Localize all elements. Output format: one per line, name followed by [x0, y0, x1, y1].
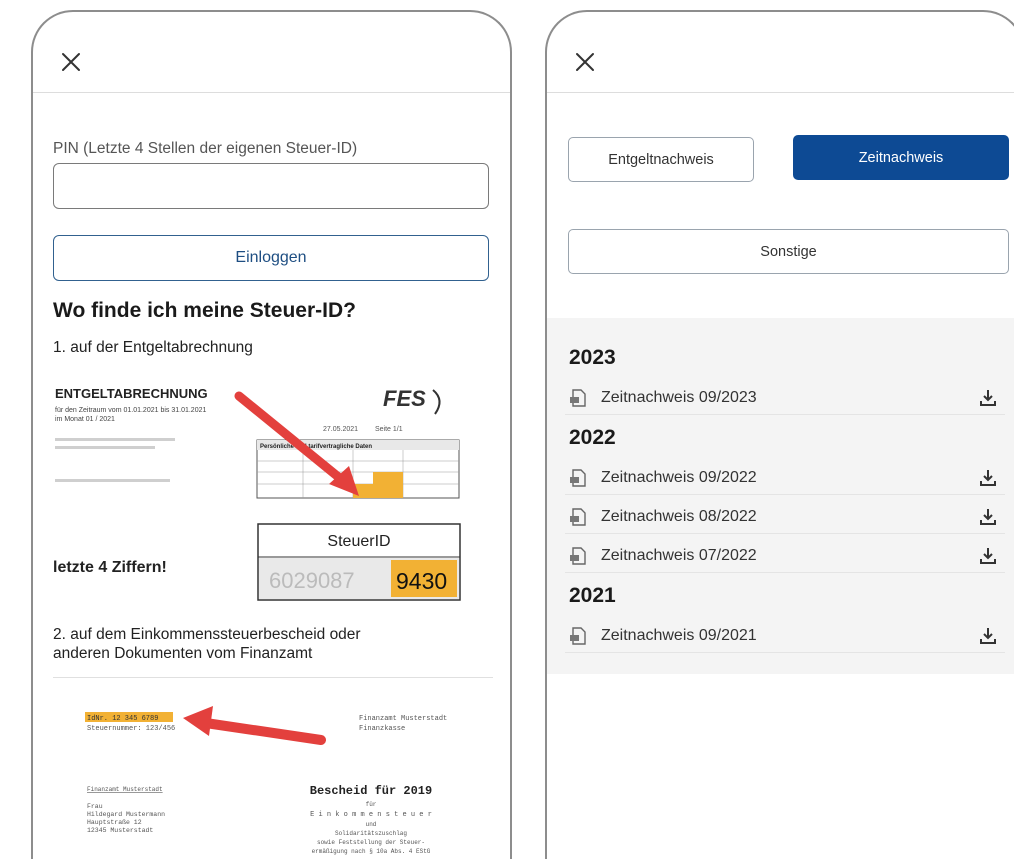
notice-line-4: Solidaritätszuschlag: [335, 830, 407, 837]
notice-line-5: sowie Feststellung der Steuer-: [317, 839, 425, 846]
pin-input[interactable]: [53, 163, 489, 209]
last-four-hint: letzte 4 Ziffern!: [53, 559, 167, 576]
payslip-page: Seite 1/1: [375, 426, 403, 433]
step-2-text: 2. auf dem Einkommenssteuerbescheid oder: [53, 626, 361, 643]
download-icon[interactable]: [977, 387, 999, 409]
year-heading-2022: 2022: [569, 426, 616, 449]
tab-entgeltnachweis[interactable]: Entgeltnachweis: [568, 137, 754, 182]
header-divider: [547, 92, 1014, 93]
steuerid-label: SteuerID: [327, 533, 390, 550]
payslip-period: für den Zeitraum vom 01.01.2021 bis 31.0…: [55, 407, 206, 414]
notice-line-6: ermäßigung nach § 10a Abs. 4 EStG: [312, 848, 431, 855]
pdf-document-icon: [570, 389, 586, 407]
download-icon[interactable]: [977, 545, 999, 567]
list-item[interactable]: Zeitnachweis 07/2022: [565, 540, 1005, 573]
year-heading-2021: 2021: [569, 584, 616, 607]
fes-logo: FES: [383, 386, 426, 411]
finanzkasse-text: Finanzkasse: [359, 725, 405, 733]
documents-screen: Entgeltnachweis Zeitnachweis Sonstige 20…: [545, 10, 1014, 859]
steuernummer-text: Steuernummer: 123/456: [87, 725, 175, 733]
payslip-box-header: Persönliche und tarifvertragliche Daten: [260, 444, 372, 450]
pdf-document-icon: [570, 547, 586, 565]
steuerid-blurred: 6029087: [269, 568, 355, 593]
list-item[interactable]: Zeitnachweis 08/2022: [565, 501, 1005, 534]
list-item[interactable]: Zeitnachweis 09/2021: [565, 620, 1005, 653]
faq-title: Wo finde ich meine Steuer-ID?: [53, 299, 356, 322]
steuerid-digits: 9430: [396, 568, 447, 594]
close-icon[interactable]: [59, 50, 83, 74]
notice-line-2: E i n k o m m e n s t e u e r: [310, 811, 432, 819]
login-button[interactable]: Einloggen: [53, 235, 489, 281]
idnr-text: IdNr. 12 345 6789: [87, 715, 158, 723]
notice-line-1: für: [366, 801, 377, 808]
sender-text: Finanzamt Musterstadt: [87, 786, 163, 793]
list-item[interactable]: Zeitnachweis 09/2022: [565, 462, 1005, 495]
document-label: Zeitnachweis 09/2022: [601, 469, 757, 486]
addressee-line-1: Frau: [87, 803, 103, 810]
tax-notice-example-image: IdNr. 12 345 6789 Steuernummer: 123/456 …: [53, 677, 493, 855]
addressee-line-2: Hildegard Mustermann: [87, 811, 165, 818]
document-label: Zeitnachweis 08/2022: [601, 508, 757, 525]
year-heading-2023: 2023: [569, 346, 616, 369]
pdf-document-icon: [570, 469, 586, 487]
login-screen: PIN (Letzte 4 Stellen der eigenen Steuer…: [31, 10, 512, 859]
document-label: Zeitnachweis 07/2022: [601, 547, 757, 564]
tab-zeitnachweis[interactable]: Zeitnachweis: [793, 135, 1009, 180]
payslip-month: im Monat 01 / 2021: [55, 416, 115, 423]
pdf-document-icon: [570, 508, 586, 526]
payslip-title: ENTGELTABRECHNUNG: [55, 386, 208, 401]
other-documents-button[interactable]: Sonstige: [568, 229, 1009, 274]
addressee-line-3: Hauptstraße 12: [87, 819, 142, 826]
download-icon[interactable]: [977, 467, 999, 489]
close-icon[interactable]: [573, 50, 597, 74]
pdf-document-icon: [570, 627, 586, 645]
document-label: Zeitnachweis 09/2023: [601, 389, 757, 406]
download-icon[interactable]: [977, 506, 999, 528]
step-1-text: 1. auf der Entgeltabrechnung: [53, 339, 253, 356]
addressee-line-4: 12345 Musterstadt: [87, 827, 153, 834]
finanzamt-text: Finanzamt Musterstadt: [359, 715, 447, 723]
step-2-text-line2: anderen Dokumenten vom Finanzamt: [53, 645, 313, 662]
document-list: 2023 Zeitnachweis 09/2023 2022 Zeitnachw…: [547, 318, 1014, 674]
payslip-example-image: ENTGELTABRECHNUNG für den Zeitraum vom 0…: [53, 386, 461, 601]
document-label: Zeitnachweis 09/2021: [601, 627, 757, 644]
notice-heading: Bescheid für 2019: [310, 784, 432, 798]
list-item[interactable]: Zeitnachweis 09/2023: [565, 382, 1005, 415]
download-icon[interactable]: [977, 625, 999, 647]
notice-line-3: und: [366, 821, 377, 828]
pin-label: PIN (Letzte 4 Stellen der eigenen Steuer…: [53, 140, 358, 157]
header-divider: [33, 92, 510, 93]
payslip-date: 27.05.2021: [323, 426, 358, 433]
